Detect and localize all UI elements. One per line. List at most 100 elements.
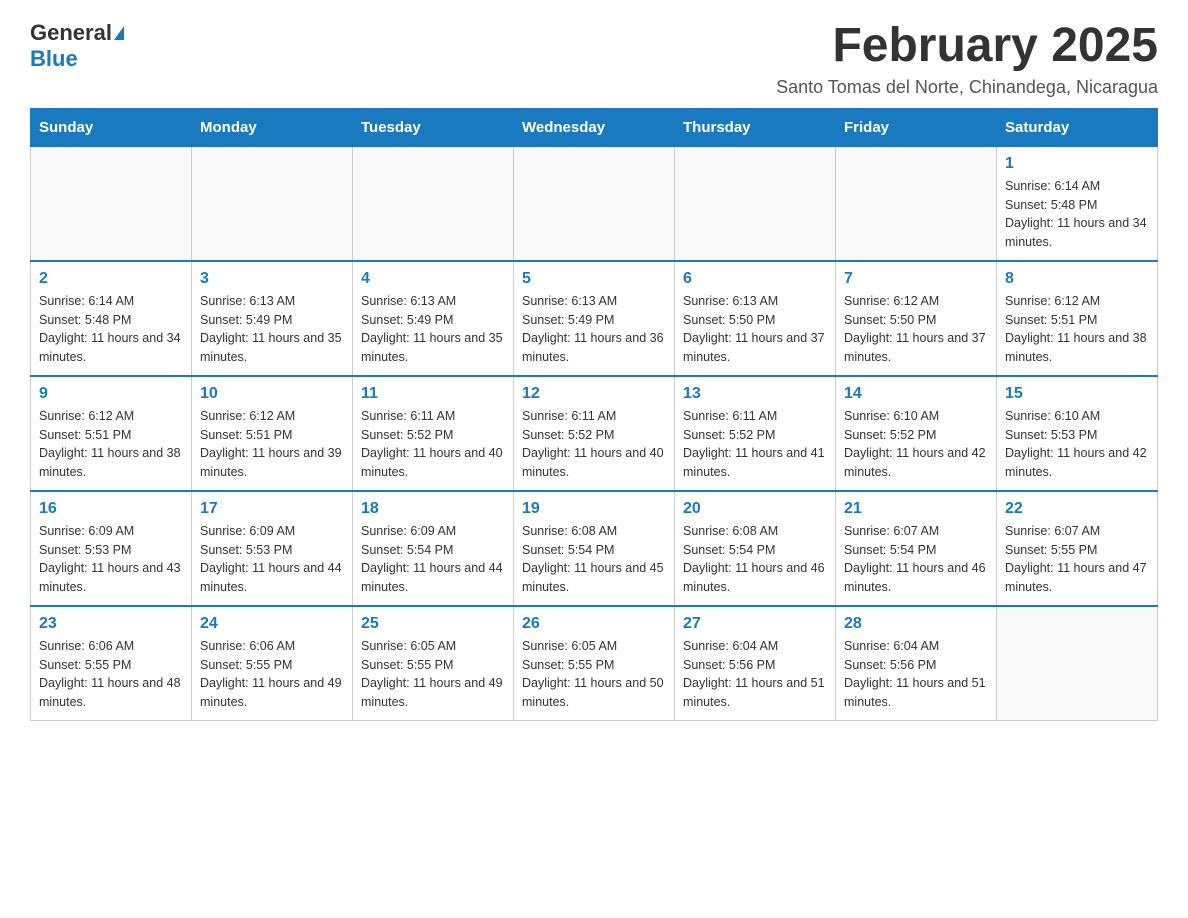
weekday-header-friday: Friday	[836, 108, 997, 146]
day-info: Sunrise: 6:07 AM Sunset: 5:55 PM Dayligh…	[1005, 522, 1149, 597]
calendar-cell: 20Sunrise: 6:08 AM Sunset: 5:54 PM Dayli…	[675, 491, 836, 606]
day-number: 13	[683, 385, 827, 403]
calendar-cell: 26 Sunrise: 6:05 AM Sunset: 5:55 PM Dayli…	[514, 606, 675, 721]
weekday-header-row: SundayMondayTuesdayWednesdayThursdayFrid…	[31, 108, 1158, 146]
calendar-cell: 23 Sunrise: 6:06 AM Sunset: 5:55 PM Dayli…	[31, 606, 192, 721]
weekday-header-saturday: Saturday	[997, 108, 1158, 146]
day-info: Sunrise: 6:06 AM Sunset: 5:55 PM Dayligh…	[200, 637, 344, 712]
title-area: February 2025 Santo Tomas del Norte, Chi…	[776, 20, 1158, 98]
calendar-cell: 25 Sunrise: 6:05 AM Sunset: 5:55 PM Dayli…	[353, 606, 514, 721]
calendar-cell: 3 Sunrise: 6:13 AM Sunset: 5:49 PM Daylig…	[192, 261, 353, 376]
day-info: Sunrise: 6:13 AM Sunset: 5:49 PM Dayligh…	[200, 292, 344, 367]
location-text: Santo Tomas del Norte, Chinandega, Nicar…	[776, 77, 1158, 98]
logo-text-main: General	[30, 20, 112, 46]
calendar-cell: 22 Sunrise: 6:07 AM Sunset: 5:55 PM Dayli…	[997, 491, 1158, 606]
day-info: Sunrise: 6:14 AM Sunset: 5:48 PM Dayligh…	[39, 292, 183, 367]
calendar-cell: 21 Sunrise: 6:07 AM Sunset: 5:54 PM Dayli…	[836, 491, 997, 606]
day-number: 24	[200, 615, 344, 633]
calendar-cell: 27Sunrise: 6:04 AM Sunset: 5:56 PM Dayli…	[675, 606, 836, 721]
calendar-cell: 19Sunrise: 6:08 AM Sunset: 5:54 PM Dayli…	[514, 491, 675, 606]
day-info: Sunrise: 6:05 AM Sunset: 5:55 PM Dayligh…	[361, 637, 505, 712]
logo-triangle-icon	[114, 26, 124, 40]
day-number: 23	[39, 615, 183, 633]
month-title: February 2025	[776, 20, 1158, 73]
day-number: 15	[1005, 385, 1149, 403]
day-info: Sunrise: 6:05 AM Sunset: 5:55 PM Dayligh…	[522, 637, 666, 712]
day-number: 14	[844, 385, 988, 403]
day-number: 22	[1005, 500, 1149, 518]
day-info: Sunrise: 6:12 AM Sunset: 5:51 PM Dayligh…	[1005, 292, 1149, 367]
calendar-cell: 28 Sunrise: 6:04 AM Sunset: 5:56 PM Dayli…	[836, 606, 997, 721]
day-number: 21	[844, 500, 988, 518]
day-info: Sunrise: 6:12 AM Sunset: 5:50 PM Dayligh…	[844, 292, 988, 367]
calendar-cell: 13 Sunrise: 6:11 AM Sunset: 5:52 PM Dayli…	[675, 376, 836, 491]
day-info: Sunrise: 6:07 AM Sunset: 5:54 PM Dayligh…	[844, 522, 988, 597]
day-number: 3	[200, 270, 344, 288]
day-number: 26	[522, 615, 666, 633]
day-info: Sunrise: 6:14 AM Sunset: 5:48 PM Dayligh…	[1005, 177, 1149, 252]
day-number: 11	[361, 385, 505, 403]
calendar-cell	[675, 146, 836, 261]
week-row-1: 1 Sunrise: 6:14 AM Sunset: 5:48 PM Daylig…	[31, 146, 1158, 261]
day-info: Sunrise: 6:11 AM Sunset: 5:52 PM Dayligh…	[683, 407, 827, 482]
calendar-cell: 2 Sunrise: 6:14 AM Sunset: 5:48 PM Daylig…	[31, 261, 192, 376]
weekday-header-sunday: Sunday	[31, 108, 192, 146]
day-info: Sunrise: 6:04 AM Sunset: 5:56 PM Dayligh…	[844, 637, 988, 712]
day-info: Sunrise: 6:13 AM Sunset: 5:49 PM Dayligh…	[522, 292, 666, 367]
day-number: 19	[522, 500, 666, 518]
day-number: 20	[683, 500, 827, 518]
calendar-cell: 15 Sunrise: 6:10 AM Sunset: 5:53 PM Dayli…	[997, 376, 1158, 491]
day-number: 9	[39, 385, 183, 403]
calendar-cell: 17Sunrise: 6:09 AM Sunset: 5:53 PM Dayli…	[192, 491, 353, 606]
day-info: Sunrise: 6:10 AM Sunset: 5:53 PM Dayligh…	[1005, 407, 1149, 482]
calendar-cell: 1 Sunrise: 6:14 AM Sunset: 5:48 PM Daylig…	[997, 146, 1158, 261]
calendar-cell: 8 Sunrise: 6:12 AM Sunset: 5:51 PM Daylig…	[997, 261, 1158, 376]
weekday-header-monday: Monday	[192, 108, 353, 146]
calendar-cell: 11 Sunrise: 6:11 AM Sunset: 5:52 PM Dayli…	[353, 376, 514, 491]
day-number: 5	[522, 270, 666, 288]
day-number: 2	[39, 270, 183, 288]
day-number: 28	[844, 615, 988, 633]
calendar-cell: 12 Sunrise: 6:11 AM Sunset: 5:52 PM Dayli…	[514, 376, 675, 491]
day-number: 12	[522, 385, 666, 403]
calendar-cell	[836, 146, 997, 261]
weekday-header-tuesday: Tuesday	[353, 108, 514, 146]
calendar-cell: 10 Sunrise: 6:12 AM Sunset: 5:51 PM Dayli…	[192, 376, 353, 491]
day-info: Sunrise: 6:12 AM Sunset: 5:51 PM Dayligh…	[39, 407, 183, 482]
day-number: 4	[361, 270, 505, 288]
logo: General Blue	[30, 20, 124, 72]
week-row-5: 23 Sunrise: 6:06 AM Sunset: 5:55 PM Dayli…	[31, 606, 1158, 721]
day-number: 8	[1005, 270, 1149, 288]
day-number: 6	[683, 270, 827, 288]
calendar-cell: 5 Sunrise: 6:13 AM Sunset: 5:49 PM Daylig…	[514, 261, 675, 376]
day-info: Sunrise: 6:09 AM Sunset: 5:53 PM Dayligh…	[39, 522, 183, 597]
calendar-cell	[514, 146, 675, 261]
day-number: 18	[361, 500, 505, 518]
day-number: 10	[200, 385, 344, 403]
page-header: General Blue February 2025 Santo Tomas d…	[30, 20, 1158, 98]
week-row-2: 2 Sunrise: 6:14 AM Sunset: 5:48 PM Daylig…	[31, 261, 1158, 376]
calendar-cell: 6 Sunrise: 6:13 AM Sunset: 5:50 PM Daylig…	[675, 261, 836, 376]
day-info: Sunrise: 6:13 AM Sunset: 5:49 PM Dayligh…	[361, 292, 505, 367]
day-info: Sunrise: 6:11 AM Sunset: 5:52 PM Dayligh…	[361, 407, 505, 482]
day-info: Sunrise: 6:09 AM Sunset: 5:54 PM Dayligh…	[361, 522, 505, 597]
week-row-4: 16 Sunrise: 6:09 AM Sunset: 5:53 PM Dayli…	[31, 491, 1158, 606]
day-number: 1	[1005, 155, 1149, 173]
calendar-cell: 18 Sunrise: 6:09 AM Sunset: 5:54 PM Dayli…	[353, 491, 514, 606]
calendar-cell: 24 Sunrise: 6:06 AM Sunset: 5:55 PM Dayli…	[192, 606, 353, 721]
day-number: 7	[844, 270, 988, 288]
day-number: 17	[200, 500, 344, 518]
day-number: 25	[361, 615, 505, 633]
calendar-cell: 4 Sunrise: 6:13 AM Sunset: 5:49 PM Daylig…	[353, 261, 514, 376]
day-info: Sunrise: 6:04 AM Sunset: 5:56 PM Dayligh…	[683, 637, 827, 712]
day-info: Sunrise: 6:10 AM Sunset: 5:52 PM Dayligh…	[844, 407, 988, 482]
day-info: Sunrise: 6:11 AM Sunset: 5:52 PM Dayligh…	[522, 407, 666, 482]
day-info: Sunrise: 6:13 AM Sunset: 5:50 PM Dayligh…	[683, 292, 827, 367]
calendar-cell: 9 Sunrise: 6:12 AM Sunset: 5:51 PM Daylig…	[31, 376, 192, 491]
day-number: 16	[39, 500, 183, 518]
weekday-header-thursday: Thursday	[675, 108, 836, 146]
calendar-cell: 16 Sunrise: 6:09 AM Sunset: 5:53 PM Dayli…	[31, 491, 192, 606]
day-info: Sunrise: 6:12 AM Sunset: 5:51 PM Dayligh…	[200, 407, 344, 482]
day-info: Sunrise: 6:06 AM Sunset: 5:55 PM Dayligh…	[39, 637, 183, 712]
calendar-cell: 7 Sunrise: 6:12 AM Sunset: 5:50 PM Daylig…	[836, 261, 997, 376]
